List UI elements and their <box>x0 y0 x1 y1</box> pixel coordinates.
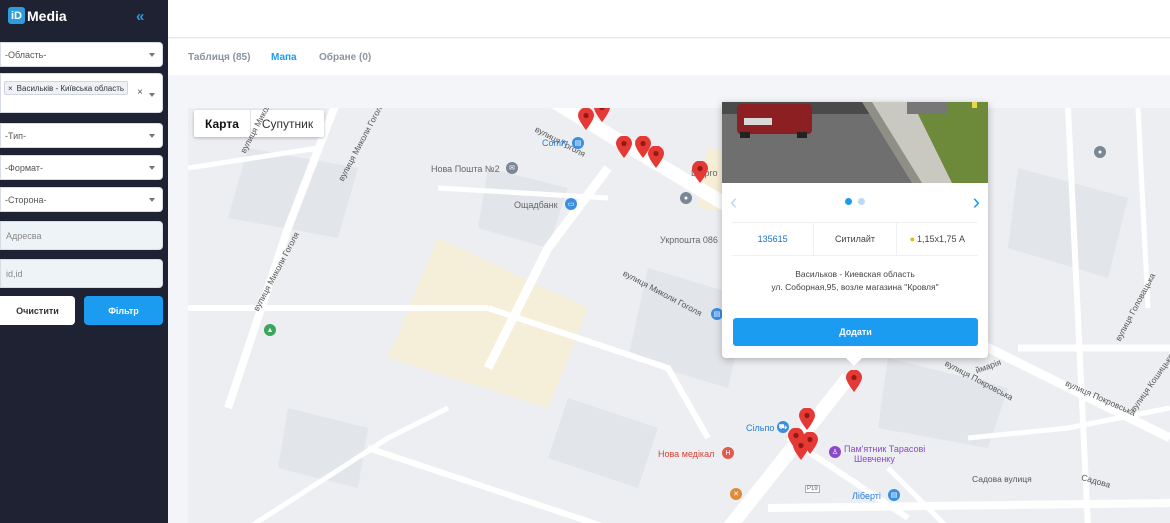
lightbulb-icon: ● <box>909 234 916 244</box>
map-marker-selected[interactable] <box>846 370 862 392</box>
city-tag: × Васильків - Київська область <box>4 81 129 95</box>
poi-label-comfy: Comfy <box>542 138 569 148</box>
park-icon[interactable]: ▲ <box>264 324 276 336</box>
poi-label-monument-line2: Шевченку <box>854 454 895 464</box>
side-select-value: -Сторона- <box>5 194 47 205</box>
place-icon[interactable]: ● <box>1094 146 1106 158</box>
next-photo-icon[interactable]: › <box>973 189 980 215</box>
poi-label-nova-poshta: Нова Пошта №2 <box>431 164 500 174</box>
map-marker[interactable] <box>692 161 708 183</box>
map-marker[interactable] <box>793 438 809 460</box>
map[interactable]: Карта Супутник вулиця Миколи Гоголя вули… <box>188 102 1170 523</box>
address-input[interactable]: Адресва <box>0 221 163 250</box>
poi-label-liberti: Ліберті <box>852 491 881 501</box>
shopping-icon[interactable]: ▤ <box>888 489 900 501</box>
map-marker[interactable] <box>648 146 664 168</box>
poi-label-monument: Пам'ятник Тарасові <box>844 444 926 454</box>
collapse-sidebar-icon[interactable]: « <box>136 8 144 25</box>
logo-badge: iD <box>8 7 25 24</box>
chevron-down-icon <box>149 198 155 202</box>
region-select-value: -Область- <box>5 49 47 60</box>
road-badge: P19 <box>805 485 820 493</box>
board-address-line1: Васильков - Киевская область <box>795 269 915 279</box>
region-select[interactable]: -Область- <box>0 42 163 67</box>
board-info-row: 135615 Ситилайт ● 1,15х1,75 А <box>732 222 978 256</box>
post-office-icon[interactable]: ✉ <box>506 162 518 174</box>
side-select[interactable]: -Сторона- <box>0 187 163 212</box>
map-marker[interactable] <box>616 136 632 158</box>
map-base <box>188 108 1170 523</box>
sidebar: iD Media « -Область- × Васильків - Київс… <box>0 0 168 523</box>
type-select-value: -Тип- <box>5 130 26 141</box>
type-select[interactable]: -Тип- <box>0 123 163 148</box>
board-address: Васильков - Киевская область ул. Соборна… <box>722 268 988 294</box>
street-label: Садова вулиця <box>972 474 1032 484</box>
tag-remove-icon[interactable]: × <box>8 84 13 93</box>
transit-icon[interactable]: ● <box>680 192 692 204</box>
monument-icon[interactable]: ♙ <box>829 446 841 458</box>
board-type: Ситилайт <box>814 223 897 255</box>
top-bar <box>168 0 1170 38</box>
prev-photo-icon[interactable]: ‹ <box>730 189 737 215</box>
tab-favorites[interactable]: Обране (0) <box>319 52 371 63</box>
board-popup: ‹ › 135615 Ситилайт ● 1,15х1,75 А Василь… <box>722 102 988 366</box>
map-marker[interactable] <box>578 108 594 130</box>
board-id[interactable]: 135615 <box>732 223 815 255</box>
poi-label-nova-medical: Нова медікал <box>658 449 715 459</box>
shopping-icon[interactable]: ▤ <box>572 137 584 149</box>
tab-table[interactable]: Таблиця (85) <box>188 52 250 63</box>
map-marker[interactable] <box>799 408 815 430</box>
chevron-down-icon <box>149 134 155 138</box>
chevron-down-icon <box>149 93 155 97</box>
poi-label-ukrposhta: Укрпошта 086 <box>660 235 718 245</box>
medical-icon[interactable]: H <box>722 447 734 459</box>
board-photo-image <box>722 102 988 183</box>
city-tag-label: Васильків - Київська область <box>16 83 125 93</box>
poi-label-silpo: Сільпо <box>746 423 775 433</box>
clear-button[interactable]: Очистити <box>0 296 75 325</box>
board-photo[interactable] <box>722 102 988 183</box>
bank-icon[interactable]: ▭ <box>565 198 577 210</box>
filter-button[interactable]: Фільтр <box>84 296 163 325</box>
view-tabs: Таблиця (85) Мапа Обране (0) <box>168 39 1170 75</box>
ids-input[interactable]: id,id <box>0 259 163 288</box>
format-select-value: -Формат- <box>5 162 43 173</box>
city-multiselect[interactable]: × Васильків - Київська область × <box>0 73 163 113</box>
logo-text: Media <box>27 7 67 24</box>
logo[interactable]: iD Media <box>8 7 67 24</box>
board-size: ● 1,15х1,75 А <box>897 223 978 255</box>
clear-selection-icon[interactable]: × <box>137 87 143 98</box>
board-address-line2: ул. Соборная,95, возле магазина "Кровля" <box>771 282 939 292</box>
map-type-map[interactable]: Карта <box>194 110 251 137</box>
chevron-down-icon <box>149 53 155 57</box>
format-select[interactable]: -Формат- <box>0 155 163 180</box>
chevron-down-icon <box>149 166 155 170</box>
poi-label-oshchadbank: Ощадбанк <box>514 200 558 210</box>
add-button[interactable]: Додати <box>733 318 978 346</box>
board-size-value: 1,15х1,75 А <box>917 234 966 244</box>
tab-map[interactable]: Мапа <box>271 52 297 63</box>
carousel-dot[interactable] <box>858 198 865 205</box>
carousel-dot-active[interactable] <box>845 198 852 205</box>
restaurant-icon[interactable]: ✕ <box>730 488 742 500</box>
map-marker[interactable] <box>594 102 610 122</box>
